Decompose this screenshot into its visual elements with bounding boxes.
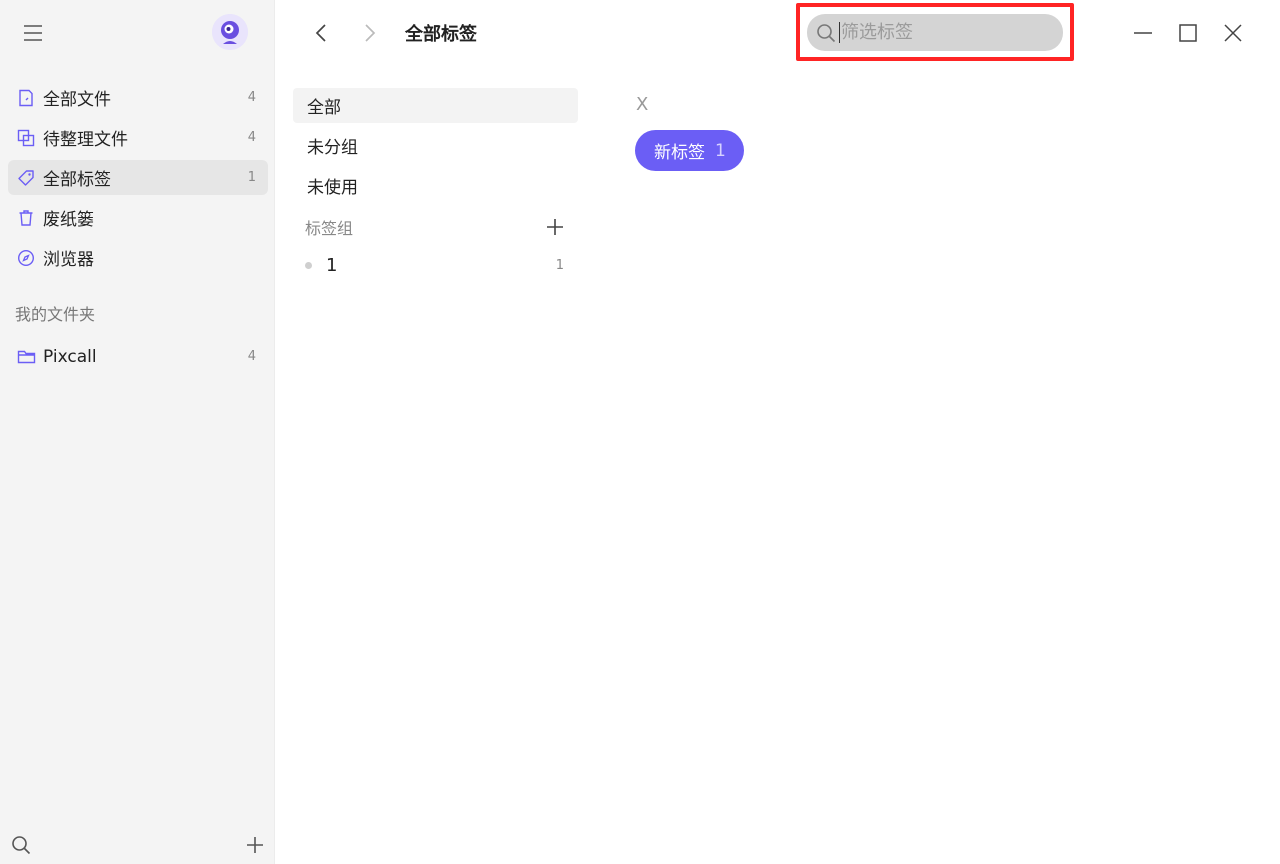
back-icon[interactable] — [309, 20, 335, 46]
sidebar-item-label: 浏览器 — [43, 250, 94, 270]
trash-icon — [16, 208, 36, 228]
folder-list: Pixcall 4 — [8, 339, 268, 379]
sidebar-item-label: 待整理文件 — [43, 130, 128, 150]
sidebar-item-all-files[interactable]: 全部文件 4 — [8, 80, 268, 115]
tag-group-dot — [305, 261, 312, 269]
sidebar-item-label: 全部标签 — [43, 170, 111, 190]
tag-list-area: X 新标签 1 — [635, 90, 1255, 171]
tag-group-section-label: 标签组 — [305, 219, 354, 238]
page-title: 全部标签 — [405, 24, 477, 45]
minimize-icon[interactable] — [1130, 20, 1156, 46]
filter-ungrouped[interactable]: 未分组 — [293, 128, 578, 163]
sidebar-item-count: 4 — [247, 349, 256, 364]
sidebar-item-count: 4 — [247, 130, 256, 145]
tag-icon — [16, 168, 36, 188]
tag-chip[interactable]: 新标签 1 — [635, 130, 744, 171]
alphabet-index-letter: X — [636, 94, 649, 115]
folders-section-title: 我的文件夹 — [15, 305, 96, 324]
tag-filter-input[interactable] — [839, 22, 1049, 43]
maximize-icon[interactable] — [1175, 20, 1201, 46]
sidebar-folder-pixcall[interactable]: Pixcall 4 — [8, 339, 268, 374]
menu-icon[interactable] — [22, 22, 44, 44]
sidebar-item-label: 全部文件 — [43, 90, 111, 110]
tag-chip-count: 1 — [715, 140, 726, 161]
sidebar-item-count: 1 — [247, 170, 256, 185]
topbar: 全部标签 — [275, 0, 1280, 66]
sidebar-item-label: 废纸篓 — [43, 210, 94, 230]
sidebar-item-trash[interactable]: 废纸篓 — [8, 200, 268, 235]
sidebar-item-browser[interactable]: 浏览器 — [8, 240, 268, 275]
tag-chip-label: 新标签 — [654, 143, 705, 163]
add-folder-icon[interactable] — [244, 834, 266, 856]
sidebar-item-unsorted-files[interactable]: 待整理文件 4 — [8, 120, 268, 155]
tag-group-label: 1 — [326, 254, 338, 276]
unsorted-files-icon — [16, 128, 36, 148]
avatar[interactable] — [212, 14, 248, 50]
folder-icon — [16, 347, 36, 367]
sidebar-nav: 全部文件 4 待整理文件 4 全部标签 1 废纸篓 浏览器 — [8, 80, 268, 280]
sidebar-item-all-tags[interactable]: 全部标签 1 — [8, 160, 268, 195]
file-icon — [16, 88, 36, 108]
search-icon — [815, 22, 837, 44]
tag-filter-panel: 全部 未分组 未使用 标签组 1 1 — [293, 88, 578, 284]
add-tag-group-icon[interactable] — [544, 216, 566, 238]
tag-filter-search[interactable] — [807, 14, 1063, 51]
compass-icon — [16, 248, 36, 268]
sidebar-item-count: 4 — [247, 90, 256, 105]
filter-all[interactable]: 全部 — [293, 88, 578, 123]
tag-group-section: 标签组 — [293, 208, 578, 246]
forward-icon[interactable] — [356, 20, 382, 46]
tag-group-item[interactable]: 1 1 — [293, 246, 578, 284]
sidebar: 全部文件 4 待整理文件 4 全部标签 1 废纸篓 浏览器 我的文件夹 Pixc… — [0, 0, 275, 864]
sidebar-item-label: Pixcall — [43, 346, 97, 367]
filter-unused[interactable]: 未使用 — [293, 168, 578, 203]
close-icon[interactable] — [1220, 20, 1246, 46]
sidebar-search-icon[interactable] — [10, 834, 32, 856]
tag-group-count: 1 — [555, 257, 564, 273]
